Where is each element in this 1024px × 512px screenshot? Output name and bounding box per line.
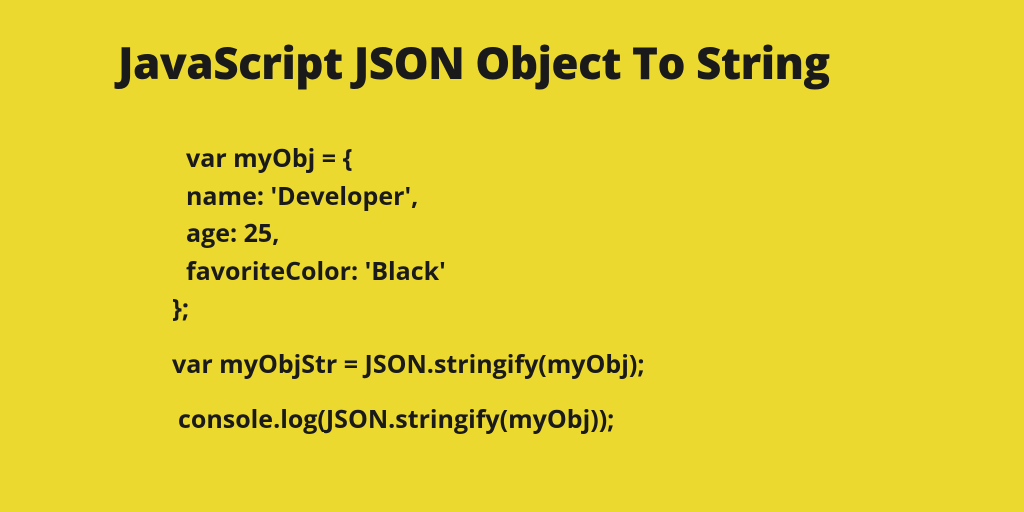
code-line: favoriteColor: 'Black' bbox=[172, 253, 1024, 291]
slide-container: JavaScript JSON Object To String var myO… bbox=[0, 0, 1024, 439]
page-title: JavaScript JSON Object To String bbox=[118, 32, 1024, 92]
code-line: }; bbox=[172, 290, 1024, 328]
code-line: name: 'Developer', bbox=[172, 178, 1024, 216]
code-block: var myObj = { name: 'Developer', age: 25… bbox=[172, 140, 1024, 439]
code-line: console.log(JSON.stringify(myObj)); bbox=[172, 401, 1024, 439]
spacer bbox=[172, 328, 1024, 346]
code-line: age: 25, bbox=[172, 215, 1024, 253]
code-line: var myObjStr = JSON.stringify(myObj); bbox=[172, 346, 1024, 384]
code-line: var myObj = { bbox=[172, 140, 1024, 178]
spacer bbox=[172, 383, 1024, 401]
